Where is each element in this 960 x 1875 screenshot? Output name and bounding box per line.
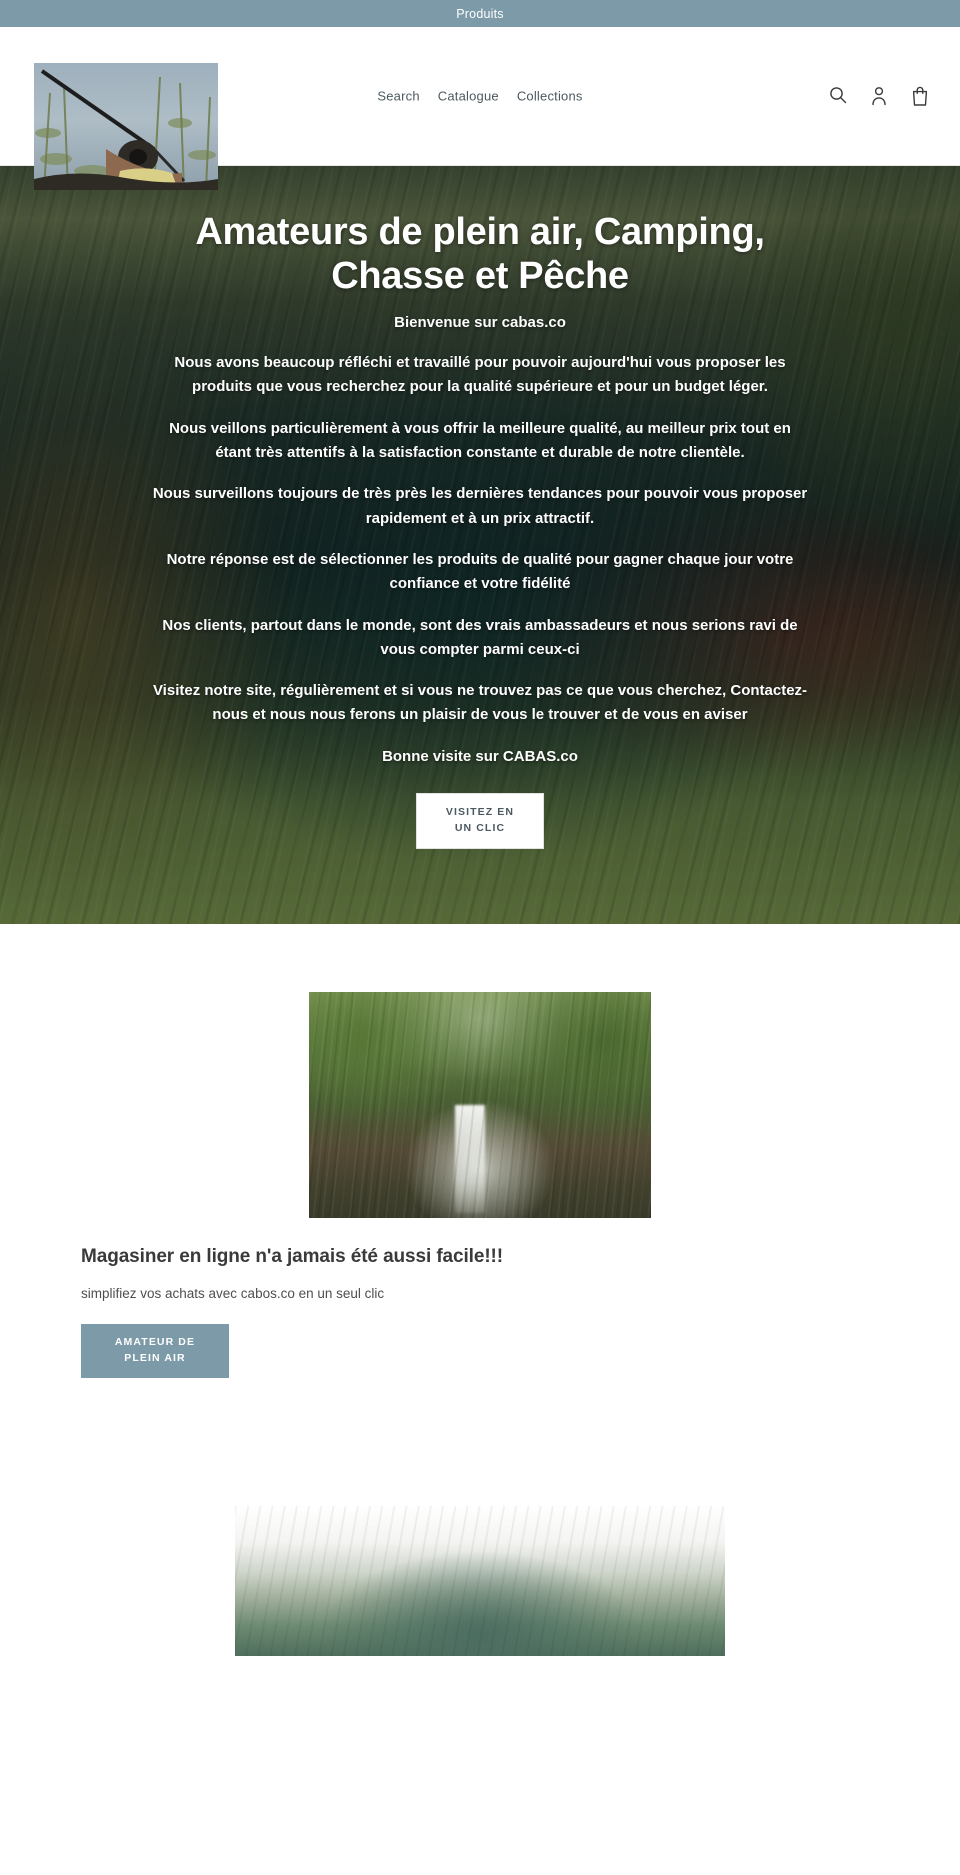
hero-content: Amateurs de plein air, Camping, Chasse e… xyxy=(0,166,960,849)
search-icon[interactable] xyxy=(828,85,848,107)
nav-item-catalogue[interactable]: Catalogue xyxy=(438,89,499,104)
feature-description: simplifiez vos achats avec cabos.co en u… xyxy=(81,1286,385,1301)
feature-section: Magasiner en ligne n'a jamais été aussi … xyxy=(0,924,960,1656)
bottom-feature-block xyxy=(0,1378,960,1656)
feature-heading: Magasiner en ligne n'a jamais été aussi … xyxy=(81,1246,503,1267)
hero-subtitle: Bienvenue sur cabas.co xyxy=(394,314,566,332)
logo-image xyxy=(34,63,218,190)
feature-waterfall-image xyxy=(309,992,651,1218)
hero-cta-button[interactable]: VISITEZ EN UN CLIC xyxy=(416,793,544,849)
site-logo[interactable] xyxy=(34,63,218,190)
hero-banner: Amateurs de plein air, Camping, Chasse e… xyxy=(0,166,960,924)
cart-icon[interactable] xyxy=(910,85,930,107)
nav-item-collections[interactable]: Collections xyxy=(517,89,583,104)
announcement-bar: Produits xyxy=(0,0,960,27)
header-icon-group xyxy=(828,85,930,107)
feature-cta-button[interactable]: AMATEUR DE PLEIN AIR xyxy=(81,1324,229,1378)
site-header: Search Catalogue Collections xyxy=(0,27,960,190)
hero-paragraph-3: Nous surveillons toujours de très près l… xyxy=(152,485,808,527)
hero-paragraph-4: Notre réponse est de sélectionner les pr… xyxy=(166,550,794,593)
hero-paragraph-2: Nous veillons particulièrement à vous of… xyxy=(169,419,791,462)
nav-item-search[interactable]: Search xyxy=(377,89,419,104)
bottom-tent-image xyxy=(235,1505,725,1656)
account-icon[interactable] xyxy=(869,85,889,107)
hero-paragraph-6: Visitez notre site, régulièrement et si … xyxy=(152,682,808,724)
hero-paragraph-1: Nous avons beaucoup réfléchi et travaill… xyxy=(174,354,786,396)
feature-text-block: Magasiner en ligne n'a jamais été aussi … xyxy=(0,1218,960,1378)
hero-paragraph-5: Nos clients, partout dans le monde, sont… xyxy=(162,616,798,658)
announcement-text: Produits xyxy=(456,6,504,21)
hero-title: Amateurs de plein air, Camping, Chasse e… xyxy=(195,211,765,298)
hero-paragraph-7: Bonne visite sur CABAS.co xyxy=(382,747,578,765)
